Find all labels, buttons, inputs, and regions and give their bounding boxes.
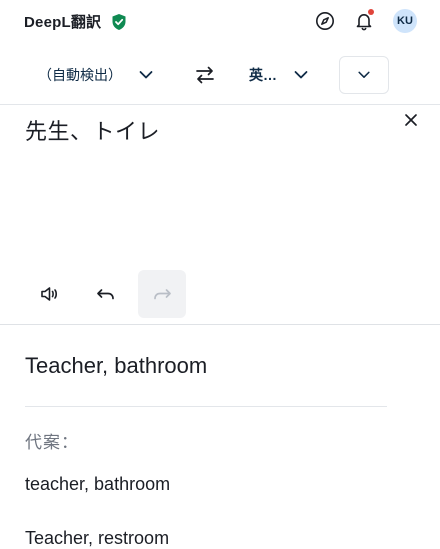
- target-language-selector[interactable]: 英…: [249, 56, 309, 94]
- redo-button[interactable]: [138, 270, 186, 318]
- language-bar: （自動検出） 英…: [0, 56, 440, 94]
- notification-dot: [368, 9, 374, 15]
- close-icon: [405, 114, 417, 126]
- source-language-label: （自動検出）: [38, 67, 122, 83]
- swap-icon: [196, 66, 214, 84]
- divider: [25, 406, 387, 407]
- alternatives-title: 代案：: [25, 433, 79, 452]
- listen-button[interactable]: [26, 270, 74, 318]
- source-text-input[interactable]: 先生、トイレ: [25, 114, 160, 146]
- chevron-down-icon: [139, 71, 153, 79]
- app-header: DeepL翻訳 KU: [0, 0, 440, 44]
- redo-icon: [154, 289, 171, 300]
- chevron-down-icon: [358, 71, 370, 78]
- avatar[interactable]: KU: [393, 9, 417, 33]
- undo-button[interactable]: [82, 270, 130, 318]
- clear-text-button[interactable]: [402, 111, 420, 129]
- alternative-item[interactable]: teacher, bathroom: [25, 474, 170, 495]
- brand-name: DeepL翻訳: [24, 14, 102, 31]
- translation-result[interactable]: Teacher, bathroom: [25, 353, 207, 379]
- more-options-dropdown[interactable]: [339, 56, 389, 94]
- chevron-down-icon: [294, 71, 308, 79]
- source-language-selector[interactable]: （自動検出）: [38, 56, 154, 94]
- target-language-label: 英…: [249, 67, 277, 83]
- bell-icon[interactable]: [353, 9, 375, 32]
- panel-divider: [0, 324, 440, 325]
- swap-languages-button[interactable]: [194, 64, 216, 86]
- divider: [0, 104, 440, 105]
- brand[interactable]: DeepL翻訳: [24, 11, 127, 32]
- speaker-icon: [41, 287, 57, 301]
- compass-icon[interactable]: [314, 10, 336, 32]
- undo-icon: [97, 289, 114, 300]
- verified-shield-icon: [112, 13, 126, 30]
